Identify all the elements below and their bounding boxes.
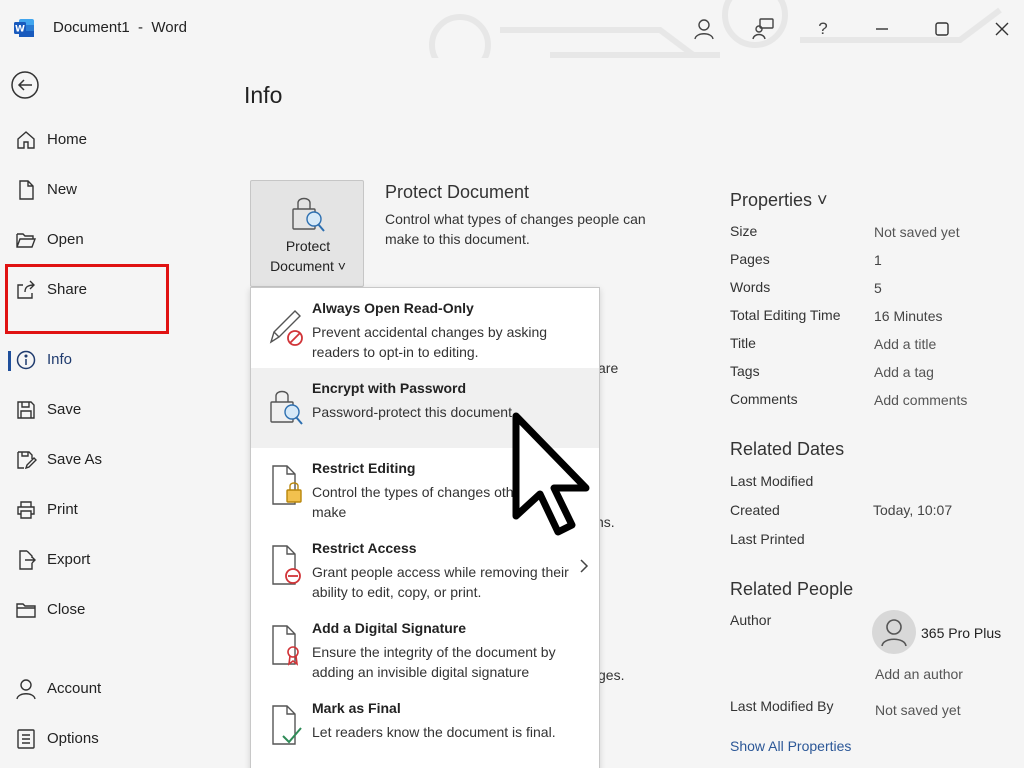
close-folder-icon xyxy=(16,603,36,618)
prop-key: Pages xyxy=(730,251,770,267)
menu-item-restrict-access[interactable]: Restrict Access Grant people access whil… xyxy=(251,528,599,608)
document-title: Document1 - Word xyxy=(53,19,187,36)
date-key: Last Printed xyxy=(730,531,805,547)
account-icon xyxy=(16,679,36,700)
nav-item-save[interactable]: Save xyxy=(0,390,196,430)
nav-item-info[interactable]: Info xyxy=(0,340,196,380)
home-icon xyxy=(17,131,35,149)
nav-item-save-as[interactable]: Save As xyxy=(0,440,196,480)
person-icon xyxy=(694,19,714,40)
add-comments-field[interactable]: Add comments xyxy=(874,392,967,408)
author-name: 365 Pro Plus xyxy=(921,625,1002,641)
prop-key: Title xyxy=(730,335,756,351)
show-all-properties-link[interactable]: Show All Properties xyxy=(730,738,851,754)
minimize-icon xyxy=(876,28,888,30)
backstage-nav: Home New Open Share Info Save Save As Pr… xyxy=(0,58,196,768)
back-arrow-icon[interactable] xyxy=(10,70,40,100)
word-logo-icon: W xyxy=(14,19,34,37)
prop-value: 1 xyxy=(874,252,882,268)
nav-item-new[interactable]: New xyxy=(0,170,196,210)
add-author-field[interactable]: Add an author xyxy=(875,666,963,682)
date-key: Created xyxy=(730,502,780,518)
document-restricted-icon xyxy=(272,545,301,585)
nav-item-print[interactable]: Print xyxy=(0,490,196,530)
active-indicator xyxy=(8,351,11,371)
coauthoring-button[interactable] xyxy=(747,14,779,44)
maximize-button[interactable] xyxy=(926,14,958,44)
info-icon xyxy=(16,350,36,370)
prop-key: Total Editing Time xyxy=(730,307,841,323)
menu-item-add-digital-signature[interactable]: Add a Digital Signature Ensure the integ… xyxy=(251,608,599,688)
nav-item-options[interactable]: Options xyxy=(0,719,196,759)
title-bar: W Document1 - Word ? xyxy=(0,0,1024,60)
related-dates-header: Related Dates xyxy=(730,439,845,459)
properties-panel: Properties ˅ Size Not saved yet Pages 1 … xyxy=(730,58,1024,768)
nav-item-close[interactable]: Close xyxy=(0,590,196,630)
minimize-button[interactable] xyxy=(866,14,898,44)
date-key: Last Modified xyxy=(730,473,814,489)
help-icon: ? xyxy=(818,19,828,38)
document-lock-icon xyxy=(272,465,302,505)
nav-item-open[interactable]: Open xyxy=(0,220,196,260)
export-icon xyxy=(19,550,36,570)
help-button[interactable]: ? xyxy=(807,14,839,44)
protect-button-label-line1: Protect xyxy=(285,238,331,254)
prop-key: Size xyxy=(730,223,758,239)
prop-key: Words xyxy=(730,279,771,295)
page-title: Info xyxy=(244,82,283,108)
hidden-text-fragment: ges. xyxy=(598,667,625,683)
add-title-field[interactable]: Add a title xyxy=(874,336,936,352)
document-ribbon-icon xyxy=(272,625,299,666)
menu-item-always-open-read-only[interactable]: Always Open Read-Only Prevent accidental… xyxy=(251,288,599,368)
account-button[interactable] xyxy=(688,14,720,44)
add-tag-field[interactable]: Add a tag xyxy=(874,364,934,380)
author-avatar xyxy=(872,610,916,654)
prop-value: Not saved yet xyxy=(874,224,960,240)
save-as-icon xyxy=(17,451,37,470)
protect-section-title: Protect Document xyxy=(385,182,530,202)
date-value: Today, 10:07 xyxy=(873,502,953,518)
chevron-right-icon xyxy=(580,559,589,573)
new-document-icon xyxy=(19,180,34,200)
folder-open-icon xyxy=(16,233,37,248)
properties-header[interactable]: Properties ˅ xyxy=(730,190,828,211)
svg-text:W: W xyxy=(15,25,25,35)
presenter-icon xyxy=(752,18,774,40)
options-icon xyxy=(17,729,35,749)
close-icon xyxy=(995,22,1009,36)
last-modified-by-key: Last Modified By xyxy=(730,698,834,714)
pencil-prohibited-icon xyxy=(269,310,303,346)
prop-value: 16 Minutes xyxy=(874,308,943,324)
menu-item-mark-as-final[interactable]: Mark as Final Let readers know the docum… xyxy=(251,688,599,768)
person-icon xyxy=(881,619,907,647)
nav-item-export[interactable]: Export xyxy=(0,540,196,580)
protect-section-desc: Control what types of changes people can… xyxy=(385,211,646,247)
nav-item-home[interactable]: Home xyxy=(0,120,196,160)
print-icon xyxy=(17,501,35,519)
mouse-pointer-icon xyxy=(512,412,590,536)
info-highlight-annotation xyxy=(5,264,169,334)
lock-key-icon xyxy=(270,390,303,425)
prop-value: 5 xyxy=(874,280,882,296)
related-people-header: Related People xyxy=(730,579,854,599)
protect-document-button[interactable]: Protect Document ˅ xyxy=(250,180,364,287)
prop-key: Comments xyxy=(730,391,798,407)
close-window-button[interactable] xyxy=(986,14,1018,44)
document-check-icon xyxy=(272,705,302,745)
hidden-text-fragment: are xyxy=(598,360,619,376)
maximize-icon xyxy=(935,22,949,36)
protect-button-label-line2: Document ˅ xyxy=(270,258,346,274)
lock-key-icon xyxy=(292,197,325,232)
prop-key: Tags xyxy=(730,363,760,379)
save-icon xyxy=(17,401,35,419)
last-modified-by-value: Not saved yet xyxy=(875,702,961,718)
nav-item-account[interactable]: Account xyxy=(0,669,196,709)
author-key: Author xyxy=(730,612,772,628)
